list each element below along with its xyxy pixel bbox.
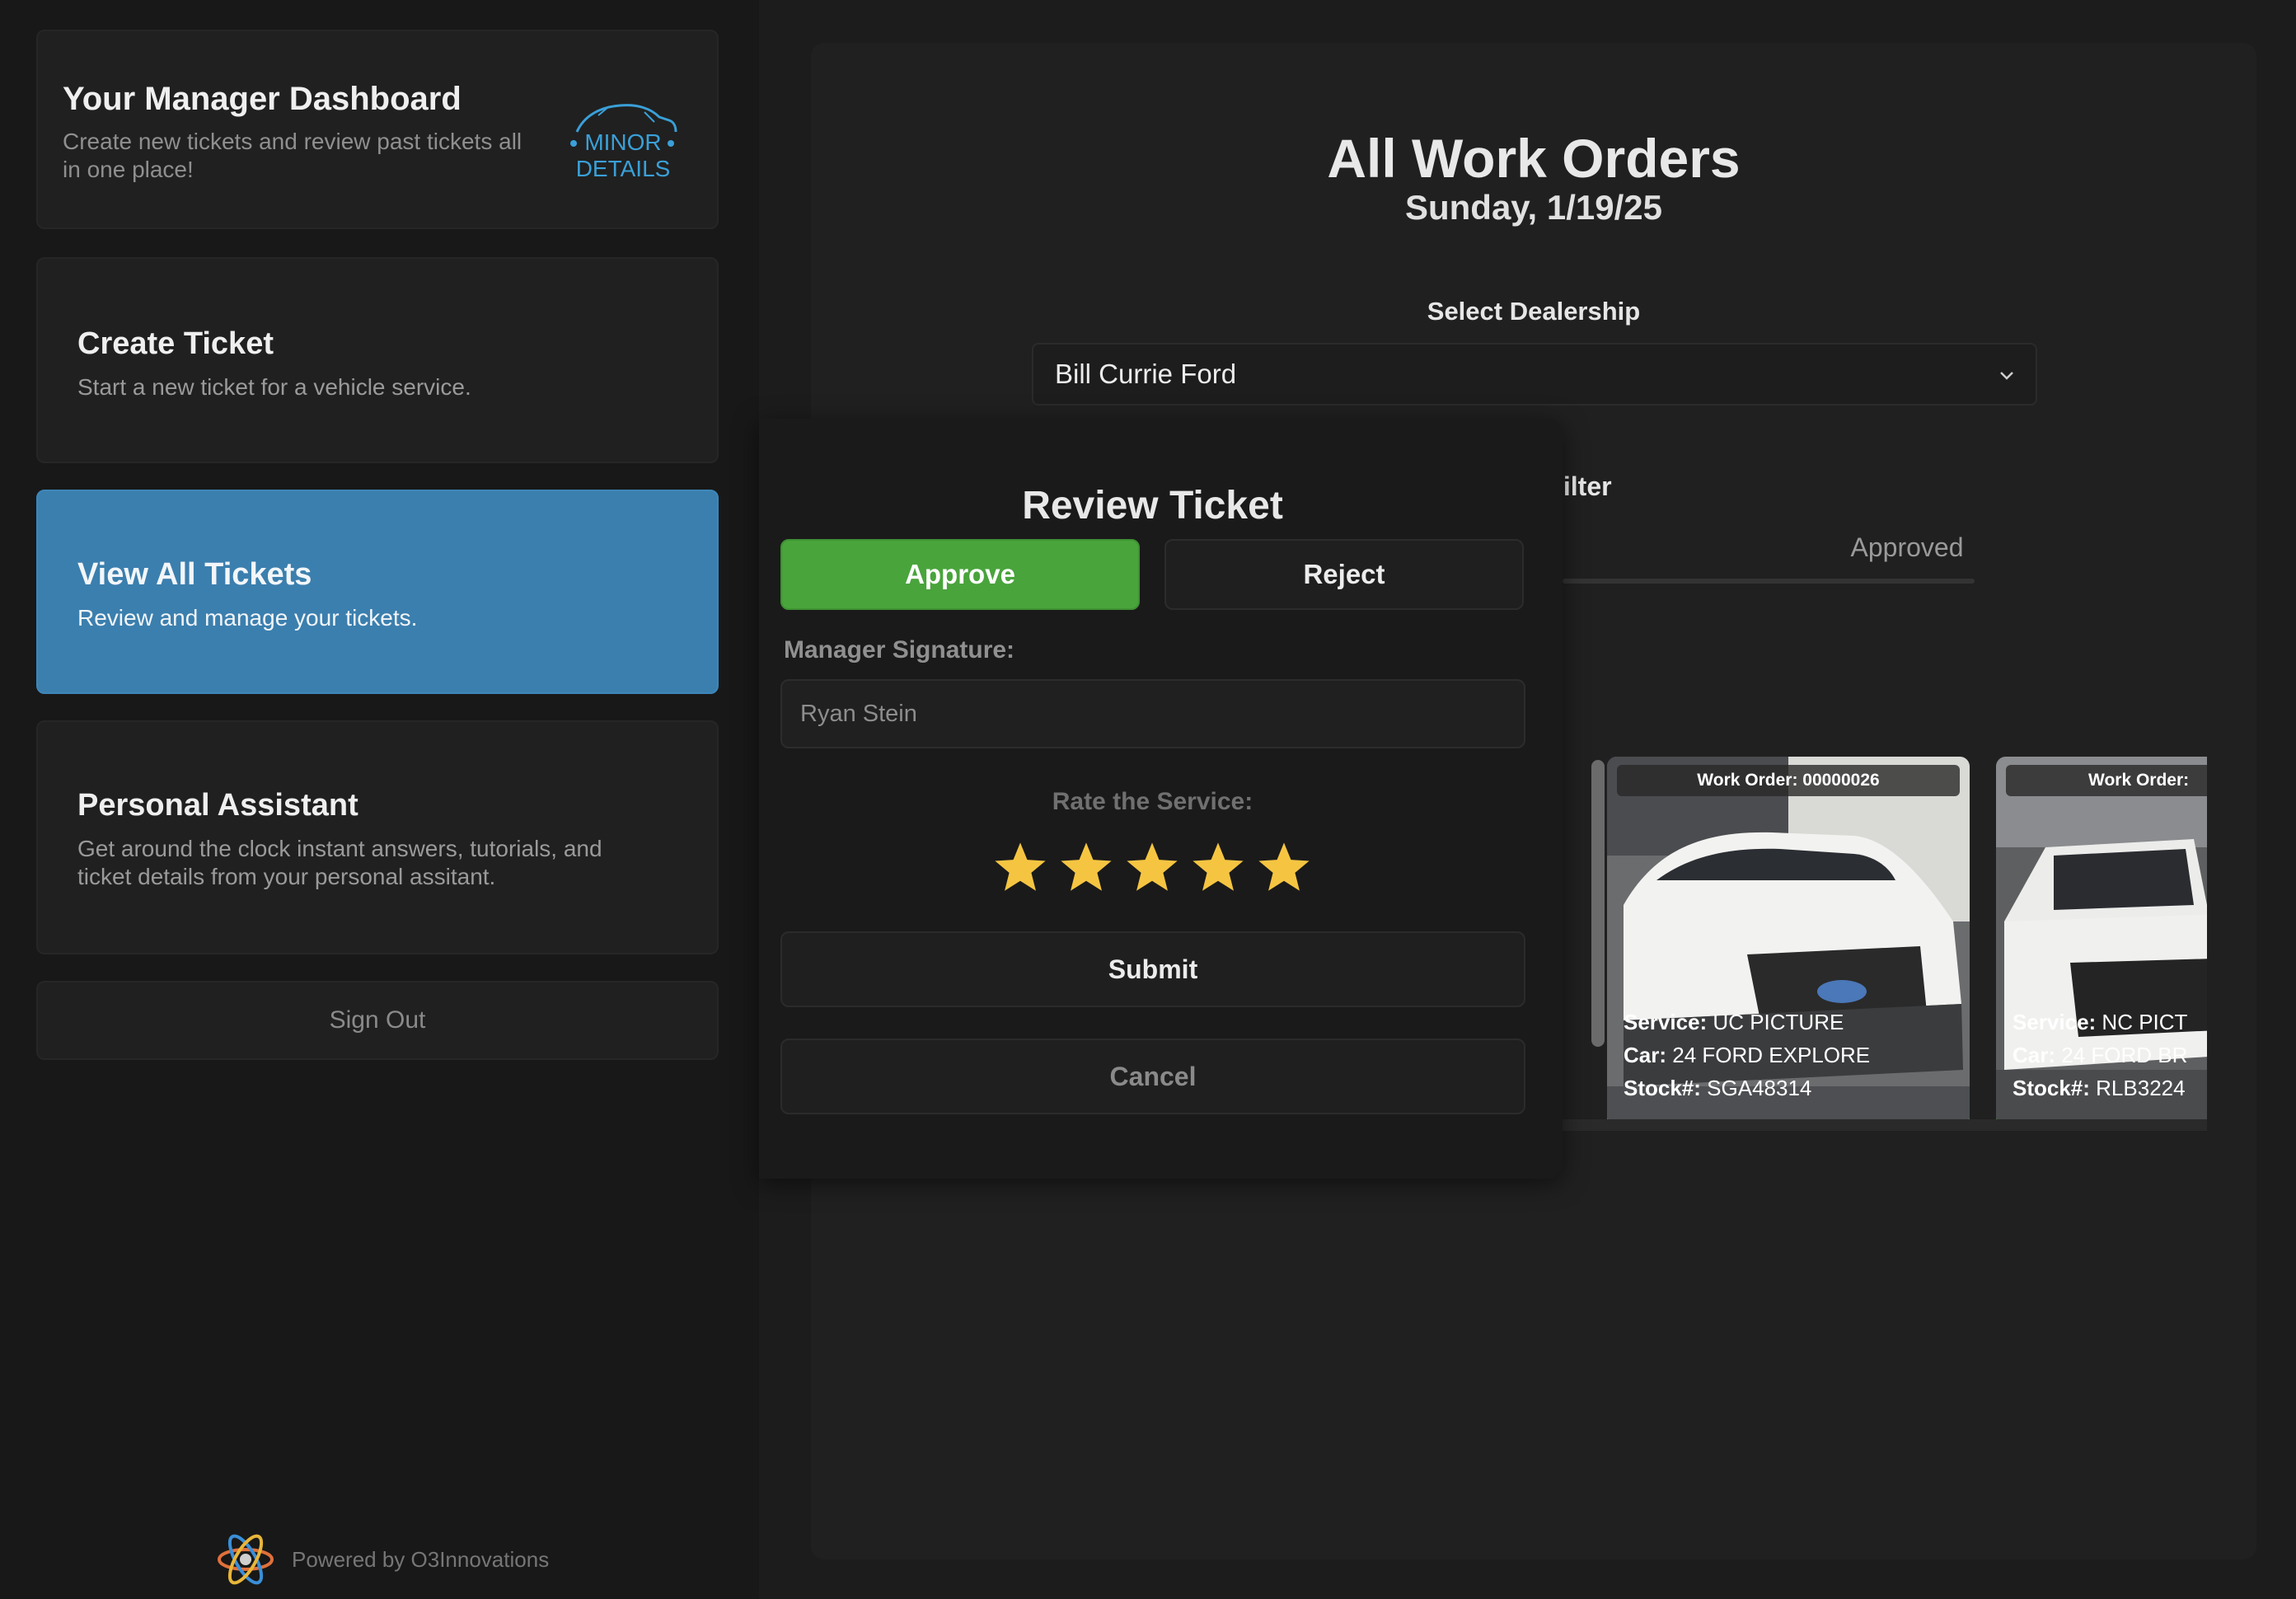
star-icon[interactable] xyxy=(1123,839,1181,897)
page-date: Sunday, 1/19/25 xyxy=(1404,188,1663,227)
star-icon[interactable] xyxy=(1057,839,1115,897)
vertical-scrollbar-thumb[interactable] xyxy=(1591,760,1605,1047)
cancel-button[interactable]: Cancel xyxy=(780,1039,1525,1114)
sidebar-item-title: View All Tickets xyxy=(77,557,312,592)
signature-label: Manager Signature: xyxy=(784,636,1015,664)
sidebar: Your Manager Dashboard Create new ticket… xyxy=(0,0,759,1599)
signature-input[interactable]: Ryan Stein xyxy=(780,679,1525,748)
reject-button[interactable]: Reject xyxy=(1164,539,1524,610)
work-order-card[interactable]: Work Order: 00000026 Service: UC PICTURE… xyxy=(1607,757,1970,1128)
horizontal-scrollbar[interactable] xyxy=(1556,1119,2207,1131)
work-order-card[interactable]: Work Order: Service: NC PICT Car: 24 FOR… xyxy=(1996,757,2207,1128)
sidebar-item-subtitle: Review and manage your tickets. xyxy=(77,605,418,631)
work-order-details: Service: UC PICTURE Car: 24 FORD EXPLORE… xyxy=(1624,1010,1871,1100)
star-icon[interactable] xyxy=(991,839,1049,897)
work-order-badge: Work Order: 00000026 xyxy=(1617,765,1960,796)
dealership-label: Select Dealership xyxy=(1427,297,1641,326)
chevron-down-icon xyxy=(2000,372,2013,380)
minor-details-logo: MINOR DETAILS xyxy=(570,104,677,181)
sidebar-item-create-ticket[interactable]: Create Ticket Start a new ticket for a v… xyxy=(36,257,719,463)
sidebar-item-title: Create Ticket xyxy=(77,326,274,361)
rate-label: Rate the Service: xyxy=(1052,788,1253,815)
svg-text:MINOR: MINOR xyxy=(584,129,661,155)
modal-title: Review Ticket xyxy=(1022,484,1283,528)
signature-value: Ryan Stein xyxy=(800,700,917,727)
review-ticket-modal: Review Ticket Approve Reject Manager Sig… xyxy=(759,419,1563,1179)
star-icon[interactable] xyxy=(1189,839,1247,897)
dashboard-header-card: Your Manager Dashboard Create new ticket… xyxy=(36,30,719,229)
tab-underline xyxy=(1563,579,1975,584)
sidebar-item-personal-assistant[interactable]: Personal Assistant Get around the clock … xyxy=(36,720,719,954)
work-order-badge: Work Order: xyxy=(2006,765,2207,796)
powered-by-text: Powered by O3Innovations xyxy=(292,1546,550,1572)
sidebar-item-view-all-tickets[interactable]: View All Tickets Review and manage your … xyxy=(36,490,719,694)
sidebar-item-subtitle: Start a new ticket for a vehicle service… xyxy=(77,374,471,400)
submit-button[interactable]: Submit xyxy=(780,931,1525,1007)
sidebar-item-title: Personal Assistant xyxy=(77,788,358,823)
dealership-select[interactable]: Bill Currie Ford xyxy=(1032,343,2037,406)
powered-by: Powered by O3Innovations xyxy=(216,1530,549,1589)
work-order-details: Service: NC PICT Car: 24 FORD BR Stock#:… xyxy=(2013,1010,2188,1100)
sign-out-button[interactable]: Sign Out xyxy=(36,981,719,1060)
page-title: All Work Orders xyxy=(1327,128,1741,189)
sidebar-item-subtitle: Get around the clock instant answers, tu… xyxy=(77,836,602,889)
dashboard-subtitle: Create new tickets and review past ticke… xyxy=(63,129,522,182)
approve-button[interactable]: Approve xyxy=(780,539,1140,610)
work-order-card-strip[interactable]: Work Order: 00000026 Service: UC PICTURE… xyxy=(1556,757,2207,1128)
tab-approved[interactable]: Approved xyxy=(1783,532,2031,563)
star-rating[interactable] xyxy=(991,839,1313,897)
star-icon[interactable] xyxy=(1255,839,1313,897)
dealership-value: Bill Currie Ford xyxy=(1055,359,1237,389)
atom-icon xyxy=(218,1534,274,1585)
svg-text:DETAILS: DETAILS xyxy=(576,156,671,181)
